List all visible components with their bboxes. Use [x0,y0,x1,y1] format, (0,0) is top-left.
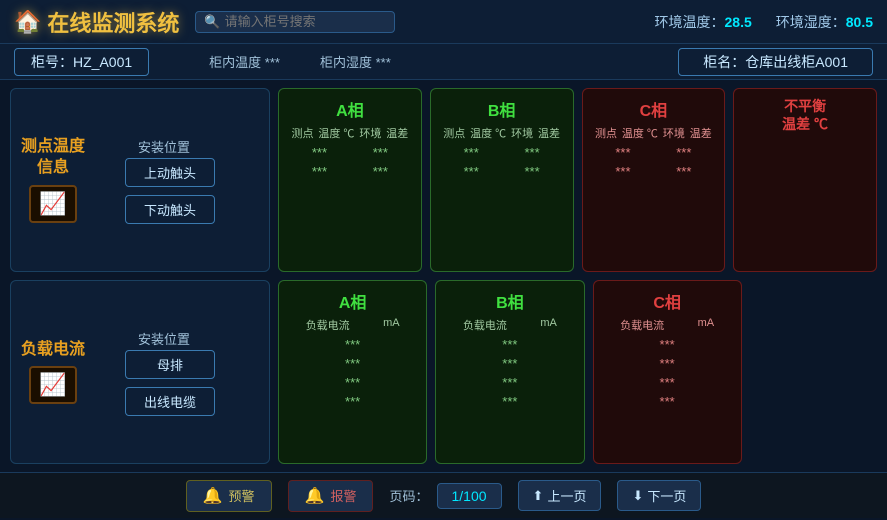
inner-temp: 柜内温度 *** [209,52,280,71]
current-install-label: 安装位置 [113,329,215,348]
next-label: 下一页 [647,486,686,505]
temp-label: 测点温度 信息 [21,137,85,179]
prev-page-button[interactable]: ⬆ 上一页 [518,480,602,511]
env-temp: 环境温度：28.5 [655,12,752,32]
current-a-row4: *** [289,394,416,409]
current-b-row2: *** [446,356,573,371]
current-a-row3: *** [289,375,416,390]
current-c-row4: *** [604,394,731,409]
page-label: 页码： [389,486,428,505]
page-info: 页码： 1/100 [389,483,501,509]
temp-card-c: C相 测点 温度 ℃ 环境 温差 *** *** *** *** [582,88,726,272]
temp-install-label: 安装位置 [113,137,215,156]
current-c-title: C相 [604,289,731,313]
temp-row: A相 测点 温度 ℃ 环境 温差 *** *** *** *** B相 [278,88,877,272]
current-a-row1: *** [289,337,416,352]
warning-label: 预警 [229,486,255,505]
unbalanced-card: 不平衡 温差 ℃ [733,88,877,272]
current-c-row2: *** [604,356,731,371]
page-number: 1/100 [437,483,502,509]
phase-c-row1: *** *** [593,145,715,160]
current-position-buttons: 母排 出线电缆 [125,350,215,416]
current-card-b: B相 负载电流 mA *** *** *** *** [435,280,584,464]
search-input[interactable] [225,14,385,29]
current-card-c: C相 负载电流 mA *** *** *** *** [593,280,742,464]
cabinet-name: 柜名：仓库出线柜A001 [678,48,873,76]
temp-position-buttons: 上动触头 下动触头 [125,158,215,224]
current-c-unit: 负载电流 mA [604,317,731,333]
env-humidity-value: 80.5 [846,14,873,30]
left-panel: 测点温度 信息 📈 安装位置 上动触头 下动触头 负载电流 [10,88,270,464]
phase-c-cols: 测点 温度 ℃ 环境 温差 [593,125,715,141]
footer: 🔔 预警 🔔 报警 页码： 1/100 ⬆ 上一页 ⬇ 下一页 [0,472,887,518]
next-page-button[interactable]: ⬇ 下一页 [617,480,701,511]
phase-a-row2: *** *** [289,164,411,179]
home-icon: 🏠 [14,9,41,35]
phase-a-row1: *** *** [289,145,411,160]
cabinet-bar: 柜号：HZ_A001 柜内温度 *** 柜内湿度 *** 柜名：仓库出线柜A00… [0,44,887,80]
inner-humidity: 柜内湿度 *** [320,52,391,71]
env-temp-value: 28.5 [725,14,752,30]
upper-contact-button[interactable]: 上动触头 [125,158,215,187]
current-chart-icon: 📈 [29,366,77,404]
current-c-row3: *** [604,375,731,390]
app-title: 在线监测系统 [47,6,179,38]
right-grid: A相 测点 温度 ℃ 环境 温差 *** *** *** *** B相 [278,88,877,464]
cabinet-id: 柜号：HZ_A001 [14,48,149,76]
phase-a-title: A相 [289,97,411,121]
current-row: A相 负载电流 mA *** *** *** *** [278,280,877,464]
phase-b-title: B相 [441,97,563,121]
header-title: 🏠 在线监测系统 [14,6,179,38]
current-label: 负载电流 [21,340,85,361]
current-b-title: B相 [446,289,573,313]
temp-card-a: A相 测点 温度 ℃ 环境 温差 *** *** *** *** [278,88,422,272]
alarm-button[interactable]: 🔔 报警 [288,480,374,512]
phase-b-row2: *** *** [441,164,563,179]
current-card-a: A相 负载电流 mA *** *** *** *** [278,280,427,464]
current-spacer [750,280,877,464]
current-c-row1: *** [604,337,731,352]
warning-bell-icon: 🔔 [203,486,223,506]
temp-section: 测点温度 信息 📈 安装位置 上动触头 下动触头 [10,88,270,272]
current-a-row2: *** [289,356,416,371]
phase-c-row2: *** *** [593,164,715,179]
current-b-row1: *** [446,337,573,352]
env-humidity: 环境湿度：80.5 [776,12,873,32]
next-icon: ⬇ [632,488,643,504]
lower-contact-button[interactable]: 下动触头 [125,195,215,224]
phase-c-title: C相 [593,97,715,121]
search-icon: 🔍 [204,14,220,30]
env-temp-label: 环境温度： [655,14,725,30]
search-box[interactable]: 🔍 [195,11,395,33]
prev-icon: ⬆ [533,488,544,504]
current-a-unit: 负载电流 mA [289,317,416,333]
unbalanced-title: 不平衡 温差 ℃ [744,97,866,133]
temp-chart-icon: 📈 [29,185,77,223]
env-info: 环境温度：28.5 环境湿度：80.5 [655,12,874,32]
current-b-row4: *** [446,394,573,409]
alarm-bell-icon: 🔔 [305,486,325,506]
warning-button[interactable]: 🔔 预警 [186,480,272,512]
current-b-unit: 负载电流 mA [446,317,573,333]
header: 🏠 在线监测系统 🔍 环境温度：28.5 环境湿度：80.5 [0,0,887,44]
phase-a-cols: 测点 温度 ℃ 环境 温差 [289,125,411,141]
alarm-label: 报警 [330,486,356,505]
phase-b-row1: *** *** [441,145,563,160]
current-section: 负载电流 📈 安装位置 母排 出线电缆 [10,280,270,464]
prev-label: 上一页 [547,486,586,505]
main-content: 测点温度 信息 📈 安装位置 上动触头 下动触头 负载电流 [0,80,887,472]
phase-b-cols: 测点 温度 ℃ 环境 温差 [441,125,563,141]
env-humidity-label: 环境湿度： [776,14,846,30]
current-b-row3: *** [446,375,573,390]
outgoing-cable-button[interactable]: 出线电缆 [125,387,215,416]
current-a-title: A相 [289,289,416,313]
busbar-button[interactable]: 母排 [125,350,215,379]
cabinet-sub-info: 柜内温度 *** 柜内湿度 *** [209,52,391,71]
temp-card-b: B相 测点 温度 ℃ 环境 温差 *** *** *** *** [430,88,574,272]
